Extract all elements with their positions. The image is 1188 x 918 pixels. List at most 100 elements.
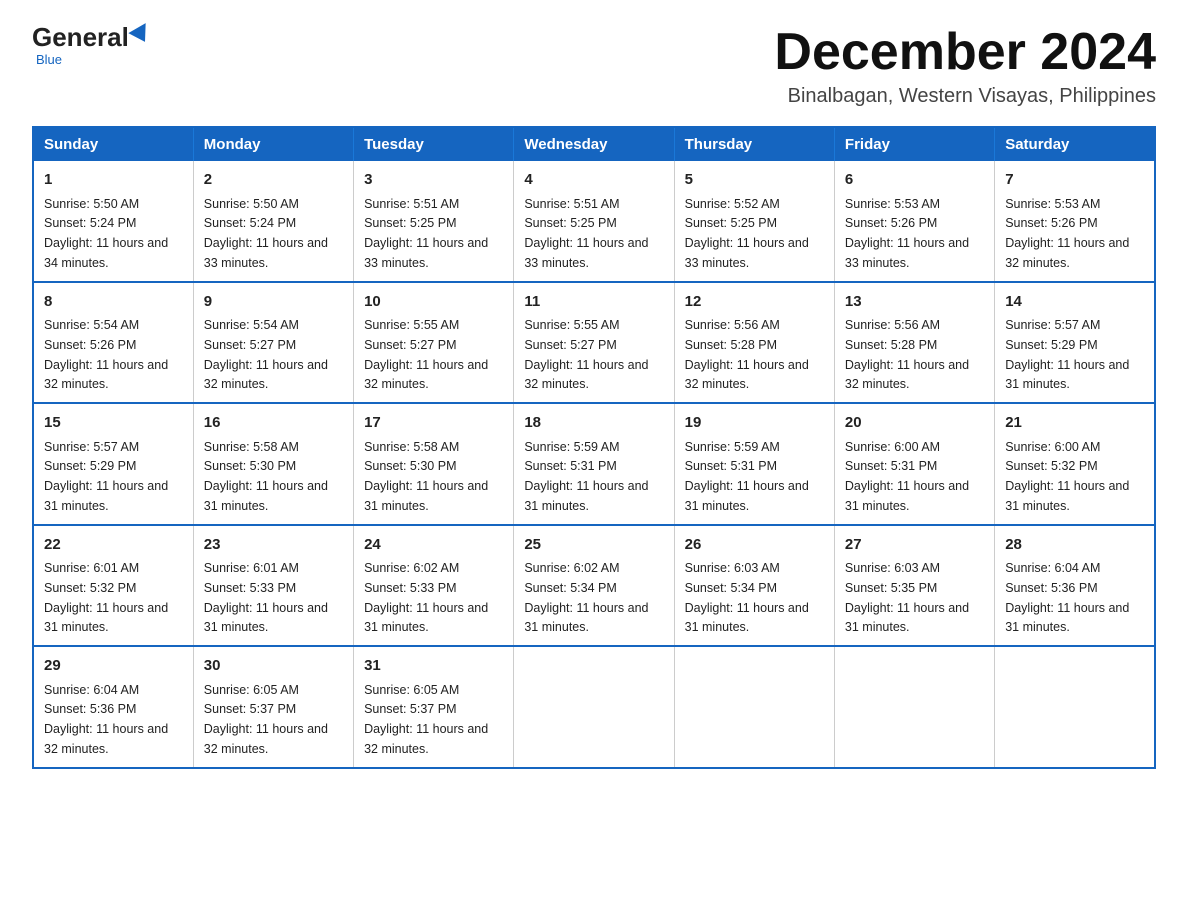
calendar-cell: 29 Sunrise: 6:04 AM Sunset: 5:36 PM Dayl… — [33, 646, 193, 768]
weekday-header-tuesday: Tuesday — [354, 127, 514, 161]
daylight-info: Daylight: 11 hours and 32 minutes. — [364, 358, 488, 392]
sunset-info: Sunset: 5:33 PM — [204, 581, 296, 595]
logo: General Blue — [32, 24, 151, 67]
day-number: 30 — [204, 655, 343, 678]
sunrise-info: Sunrise: 6:00 AM — [1005, 440, 1100, 454]
calendar-cell: 25 Sunrise: 6:02 AM Sunset: 5:34 PM Dayl… — [514, 525, 674, 647]
calendar-cell — [834, 646, 994, 768]
sunset-info: Sunset: 5:31 PM — [685, 459, 777, 473]
calendar-cell: 28 Sunrise: 6:04 AM Sunset: 5:36 PM Dayl… — [995, 525, 1155, 647]
sunrise-info: Sunrise: 6:01 AM — [204, 561, 299, 575]
daylight-info: Daylight: 11 hours and 33 minutes. — [845, 236, 969, 270]
daylight-info: Daylight: 11 hours and 33 minutes. — [685, 236, 809, 270]
title-area: December 2024 Binalbagan, Western Visaya… — [774, 24, 1156, 108]
calendar-cell: 6 Sunrise: 5:53 AM Sunset: 5:26 PM Dayli… — [834, 161, 994, 282]
sunrise-info: Sunrise: 5:50 AM — [44, 197, 139, 211]
sunset-info: Sunset: 5:25 PM — [364, 216, 456, 230]
day-number: 10 — [364, 291, 503, 314]
daylight-info: Daylight: 11 hours and 31 minutes. — [845, 601, 969, 635]
sunset-info: Sunset: 5:31 PM — [845, 459, 937, 473]
sunset-info: Sunset: 5:26 PM — [845, 216, 937, 230]
weekday-header-thursday: Thursday — [674, 127, 834, 161]
weekday-header-row: SundayMondayTuesdayWednesdayThursdayFrid… — [33, 127, 1155, 161]
sunset-info: Sunset: 5:27 PM — [524, 338, 616, 352]
daylight-info: Daylight: 11 hours and 32 minutes. — [845, 358, 969, 392]
calendar-cell: 1 Sunrise: 5:50 AM Sunset: 5:24 PM Dayli… — [33, 161, 193, 282]
daylight-info: Daylight: 11 hours and 31 minutes. — [204, 601, 328, 635]
day-number: 9 — [204, 291, 343, 314]
daylight-info: Daylight: 11 hours and 32 minutes. — [685, 358, 809, 392]
sunset-info: Sunset: 5:26 PM — [44, 338, 136, 352]
logo-blue-text: Blue — [36, 52, 62, 67]
sunrise-info: Sunrise: 5:59 AM — [524, 440, 619, 454]
day-number: 23 — [204, 534, 343, 557]
sunrise-info: Sunrise: 6:02 AM — [524, 561, 619, 575]
sunrise-info: Sunrise: 5:56 AM — [685, 318, 780, 332]
calendar-cell: 16 Sunrise: 5:58 AM Sunset: 5:30 PM Dayl… — [193, 403, 353, 525]
logo-general-text: General — [32, 24, 129, 50]
day-number: 19 — [685, 412, 824, 435]
calendar-cell — [674, 646, 834, 768]
calendar-cell — [995, 646, 1155, 768]
day-number: 20 — [845, 412, 984, 435]
day-number: 8 — [44, 291, 183, 314]
calendar-cell: 12 Sunrise: 5:56 AM Sunset: 5:28 PM Dayl… — [674, 282, 834, 404]
daylight-info: Daylight: 11 hours and 33 minutes. — [204, 236, 328, 270]
sunset-info: Sunset: 5:32 PM — [1005, 459, 1097, 473]
day-number: 12 — [685, 291, 824, 314]
sunrise-info: Sunrise: 5:55 AM — [524, 318, 619, 332]
weekday-header-monday: Monday — [193, 127, 353, 161]
sunrise-info: Sunrise: 6:04 AM — [1005, 561, 1100, 575]
day-number: 31 — [364, 655, 503, 678]
sunrise-info: Sunrise: 5:52 AM — [685, 197, 780, 211]
weekday-header-sunday: Sunday — [33, 127, 193, 161]
daylight-info: Daylight: 11 hours and 31 minutes. — [44, 479, 168, 513]
day-number: 27 — [845, 534, 984, 557]
day-number: 4 — [524, 169, 663, 192]
sunset-info: Sunset: 5:32 PM — [44, 581, 136, 595]
calendar-week-row: 1 Sunrise: 5:50 AM Sunset: 5:24 PM Dayli… — [33, 161, 1155, 282]
sunset-info: Sunset: 5:30 PM — [364, 459, 456, 473]
sunrise-info: Sunrise: 6:05 AM — [364, 683, 459, 697]
day-number: 28 — [1005, 534, 1144, 557]
calendar-cell: 30 Sunrise: 6:05 AM Sunset: 5:37 PM Dayl… — [193, 646, 353, 768]
sunset-info: Sunset: 5:30 PM — [204, 459, 296, 473]
sunset-info: Sunset: 5:28 PM — [685, 338, 777, 352]
day-number: 1 — [44, 169, 183, 192]
sunrise-info: Sunrise: 5:50 AM — [204, 197, 299, 211]
calendar-cell: 19 Sunrise: 5:59 AM Sunset: 5:31 PM Dayl… — [674, 403, 834, 525]
daylight-info: Daylight: 11 hours and 32 minutes. — [44, 358, 168, 392]
sunrise-info: Sunrise: 5:57 AM — [44, 440, 139, 454]
day-number: 17 — [364, 412, 503, 435]
calendar-cell: 26 Sunrise: 6:03 AM Sunset: 5:34 PM Dayl… — [674, 525, 834, 647]
calendar-cell: 17 Sunrise: 5:58 AM Sunset: 5:30 PM Dayl… — [354, 403, 514, 525]
sunrise-info: Sunrise: 5:54 AM — [204, 318, 299, 332]
calendar-cell: 5 Sunrise: 5:52 AM Sunset: 5:25 PM Dayli… — [674, 161, 834, 282]
daylight-info: Daylight: 11 hours and 32 minutes. — [44, 722, 168, 756]
calendar-cell — [514, 646, 674, 768]
sunset-info: Sunset: 5:24 PM — [44, 216, 136, 230]
day-number: 18 — [524, 412, 663, 435]
sunset-info: Sunset: 5:25 PM — [524, 216, 616, 230]
sunset-info: Sunset: 5:29 PM — [1005, 338, 1097, 352]
sunrise-info: Sunrise: 6:00 AM — [845, 440, 940, 454]
daylight-info: Daylight: 11 hours and 33 minutes. — [364, 236, 488, 270]
day-number: 7 — [1005, 169, 1144, 192]
day-number: 22 — [44, 534, 183, 557]
day-number: 24 — [364, 534, 503, 557]
day-number: 3 — [364, 169, 503, 192]
month-title: December 2024 — [774, 24, 1156, 81]
weekday-header-friday: Friday — [834, 127, 994, 161]
sunrise-info: Sunrise: 5:53 AM — [1005, 197, 1100, 211]
sunset-info: Sunset: 5:28 PM — [845, 338, 937, 352]
sunset-info: Sunset: 5:31 PM — [524, 459, 616, 473]
day-number: 29 — [44, 655, 183, 678]
calendar-cell: 31 Sunrise: 6:05 AM Sunset: 5:37 PM Dayl… — [354, 646, 514, 768]
weekday-header-wednesday: Wednesday — [514, 127, 674, 161]
sunrise-info: Sunrise: 6:04 AM — [44, 683, 139, 697]
sunset-info: Sunset: 5:36 PM — [1005, 581, 1097, 595]
calendar-cell: 21 Sunrise: 6:00 AM Sunset: 5:32 PM Dayl… — [995, 403, 1155, 525]
sunrise-info: Sunrise: 5:54 AM — [44, 318, 139, 332]
sunrise-info: Sunrise: 5:51 AM — [524, 197, 619, 211]
sunset-info: Sunset: 5:34 PM — [524, 581, 616, 595]
